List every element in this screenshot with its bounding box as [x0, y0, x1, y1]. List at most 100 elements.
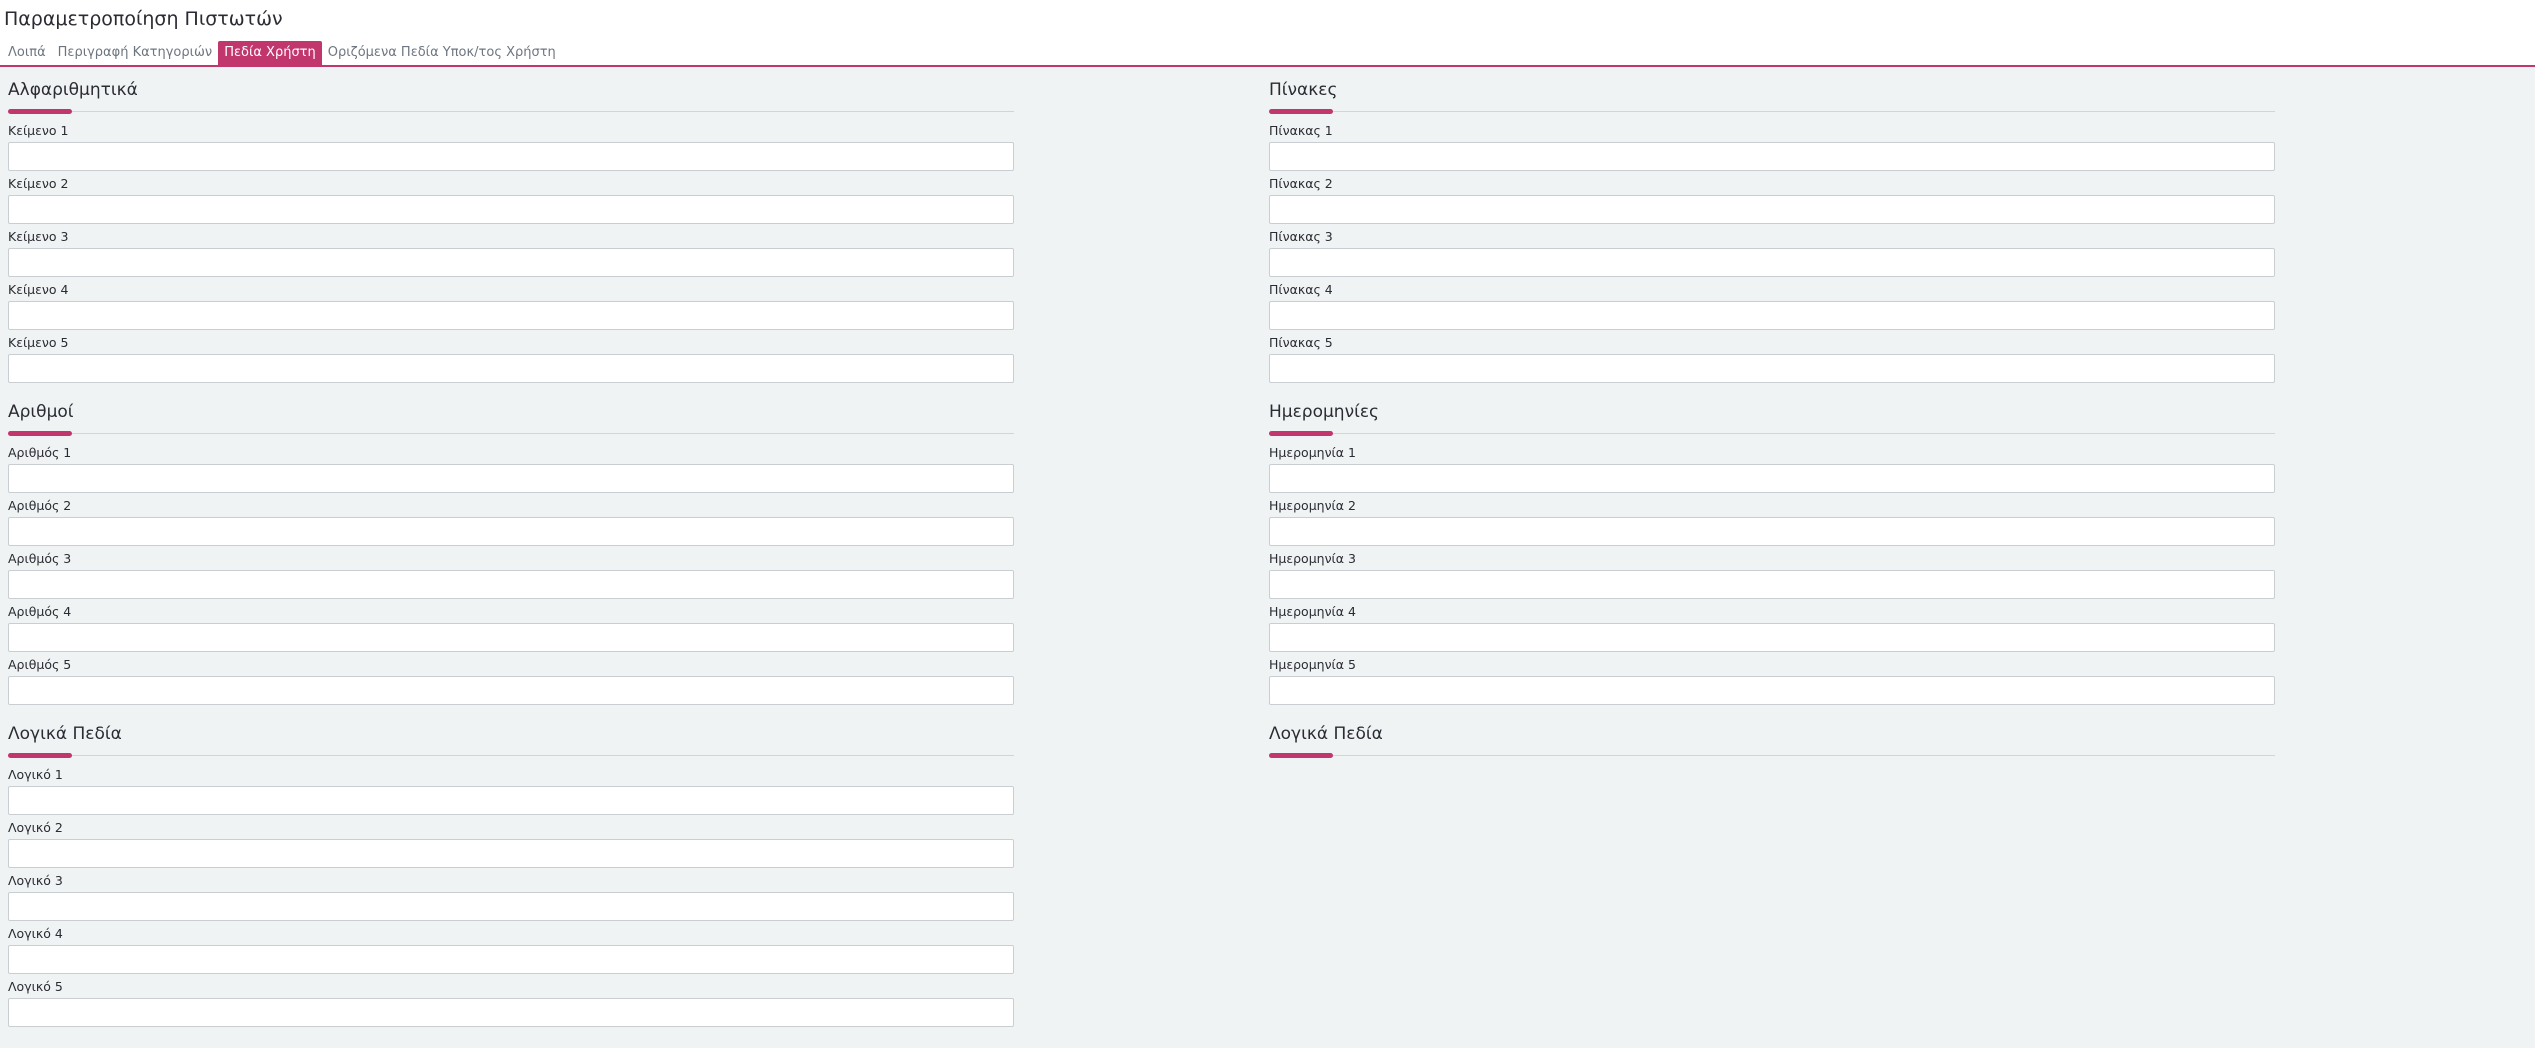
- section-accent-bar: [1269, 109, 1333, 114]
- field-input[interactable]: [1269, 301, 2275, 330]
- form-field: Κείμενο 5: [8, 335, 1014, 388]
- section-logical: Λογικά Πεδία Λογικό 1 Λογικό 2 Λογικό 3 Λογ…: [8, 711, 1014, 1033]
- field-label: Λογικό 5: [8, 979, 63, 994]
- form-field: Αριθμός 1: [8, 445, 1014, 498]
- field-input[interactable]: [8, 839, 1014, 868]
- form-field: Κείμενο 4: [8, 282, 1014, 335]
- field-list: Αριθμός 1 Αριθμός 2 Αριθμός 3 Αριθμός 4 Αριθ…: [8, 445, 1014, 710]
- section-accent-bar: [1269, 753, 1333, 758]
- field-label: Κείμενο 1: [8, 123, 69, 138]
- form-field: Κείμενο 2: [8, 176, 1014, 229]
- field-input[interactable]: [8, 570, 1014, 599]
- field-label: Πίνακας 1: [1269, 123, 1333, 138]
- field-label: Λογικό 4: [8, 926, 63, 941]
- form-field: Κείμενο 1: [8, 123, 1014, 176]
- field-label: Κείμενο 5: [8, 335, 69, 350]
- field-list: Λογικό 1 Λογικό 2 Λογικό 3 Λογικό 4 Λογικό 5: [8, 767, 1014, 1032]
- field-input[interactable]: [1269, 464, 2275, 493]
- field-input[interactable]: [8, 354, 1014, 383]
- field-label: Λογικό 1: [8, 767, 63, 782]
- field-input[interactable]: [8, 195, 1014, 224]
- field-input[interactable]: [8, 998, 1014, 1027]
- section-accent-bar: [8, 753, 72, 758]
- left-column: Αλφαριθμητικά Κείμενο 1 Κείμενο 2 Κείμενο …: [8, 67, 1014, 1033]
- form-field: Ημερομηνία 2: [1269, 498, 2275, 551]
- section-numbers: Αριθμοί Αριθμός 1 Αριθμός 2 Αριθμός 3 Αριθμ…: [8, 389, 1014, 711]
- section-divider: [1269, 755, 2275, 756]
- section-divider: [8, 755, 1014, 756]
- field-input[interactable]: [8, 517, 1014, 546]
- field-input[interactable]: [8, 301, 1014, 330]
- form-field: Ημερομηνία 5: [1269, 657, 2275, 710]
- field-label: Ημερομηνία 1: [1269, 445, 1356, 460]
- section-text: Αλφαριθμητικά Κείμενο 1 Κείμενο 2 Κείμενο …: [8, 67, 1014, 389]
- field-label: Πίνακας 2: [1269, 176, 1333, 191]
- field-label: Ημερομηνία 3: [1269, 551, 1356, 566]
- field-label: Αριθμός 5: [8, 657, 72, 672]
- field-label: Κείμενο 4: [8, 282, 69, 297]
- field-list: Ημερομηνία 1 Ημερομηνία 2 Ημερομηνία 3 Ημερ…: [1269, 445, 2275, 710]
- tab-bar: Λοιπά Περιγραφή Κατηγοριών Πεδία Χρήστη …: [2, 41, 562, 66]
- field-input[interactable]: [8, 786, 1014, 815]
- form-field: Λογικό 1: [8, 767, 1014, 820]
- tab-user-subaccount-defined-fields[interactable]: Οριζόμενα Πεδία Υποκ/τος Χρήστη: [322, 41, 562, 66]
- form-field: Αριθμός 4: [8, 604, 1014, 657]
- field-input[interactable]: [1269, 142, 2275, 171]
- tab-user-fields[interactable]: Πεδία Χρήστη: [218, 41, 322, 66]
- page-title: Παραμετροποίηση Πιστωτών: [4, 8, 283, 30]
- field-input[interactable]: [1269, 623, 2275, 652]
- field-list: Κείμενο 1 Κείμενο 2 Κείμενο 3 Κείμενο 4 Κείμ…: [8, 123, 1014, 388]
- section-divider: [8, 111, 1014, 112]
- page-header: Παραμετροποίηση Πιστωτών Λοιπά Περιγραφή…: [0, 0, 2535, 67]
- form-field: Πίνακας 4: [1269, 282, 2275, 335]
- field-input[interactable]: [1269, 195, 2275, 224]
- field-label: Αριθμός 4: [8, 604, 72, 619]
- field-label: Πίνακας 5: [1269, 335, 1333, 350]
- form-field: Ημερομηνία 1: [1269, 445, 2275, 498]
- section-title: Λογικά Πεδία: [8, 724, 122, 744]
- field-input[interactable]: [8, 623, 1014, 652]
- field-label: Λογικό 3: [8, 873, 63, 888]
- field-input[interactable]: [1269, 517, 2275, 546]
- field-input[interactable]: [1269, 248, 2275, 277]
- section-title: Λογικά Πεδία: [1269, 724, 1383, 744]
- field-label: Αριθμός 1: [8, 445, 72, 460]
- tab-category-description[interactable]: Περιγραφή Κατηγοριών: [52, 41, 219, 66]
- form-field: Λογικό 5: [8, 979, 1014, 1032]
- form-field: Πίνακας 3: [1269, 229, 2275, 282]
- section-accent-bar: [1269, 431, 1333, 436]
- form-field: Πίνακας 5: [1269, 335, 2275, 388]
- form-field: Λογικό 2: [8, 820, 1014, 873]
- form-field: Κείμενο 3: [8, 229, 1014, 282]
- field-label: Κείμενο 3: [8, 229, 69, 244]
- form-field: Ημερομηνία 3: [1269, 551, 2275, 604]
- field-input[interactable]: [8, 892, 1014, 921]
- field-input[interactable]: [1269, 676, 2275, 705]
- section-title: Πίνακες: [1269, 80, 1338, 100]
- field-input[interactable]: [8, 142, 1014, 171]
- tab-misc[interactable]: Λοιπά: [2, 41, 52, 66]
- section-dates: Ημερομηνίες Ημερομηνία 1 Ημερομηνία 2 Ημερ…: [1269, 389, 2275, 711]
- field-label: Λογικό 2: [8, 820, 63, 835]
- field-list: Πίνακας 1 Πίνακας 2 Πίνακας 3 Πίνακας 4 Πίνα…: [1269, 123, 2275, 388]
- form-field: Πίνακας 2: [1269, 176, 2275, 229]
- form-field: Αριθμός 2: [8, 498, 1014, 551]
- section-title: Αλφαριθμητικά: [8, 80, 138, 100]
- field-input[interactable]: [8, 248, 1014, 277]
- section-divider: [8, 433, 1014, 434]
- section-divider: [1269, 111, 2275, 112]
- field-input[interactable]: [8, 945, 1014, 974]
- field-input[interactable]: [1269, 354, 2275, 383]
- field-label: Αριθμός 3: [8, 551, 72, 566]
- section-divider: [1269, 433, 2275, 434]
- field-label: Κείμενο 2: [8, 176, 69, 191]
- section-title: Αριθμοί: [8, 402, 74, 422]
- form-field: Λογικό 4: [8, 926, 1014, 979]
- field-label: Ημερομηνία 2: [1269, 498, 1356, 513]
- form-field: Λογικό 3: [8, 873, 1014, 926]
- field-input[interactable]: [8, 464, 1014, 493]
- field-input[interactable]: [1269, 570, 2275, 599]
- section-accent-bar: [8, 109, 72, 114]
- form-field: Αριθμός 5: [8, 657, 1014, 710]
- field-input[interactable]: [8, 676, 1014, 705]
